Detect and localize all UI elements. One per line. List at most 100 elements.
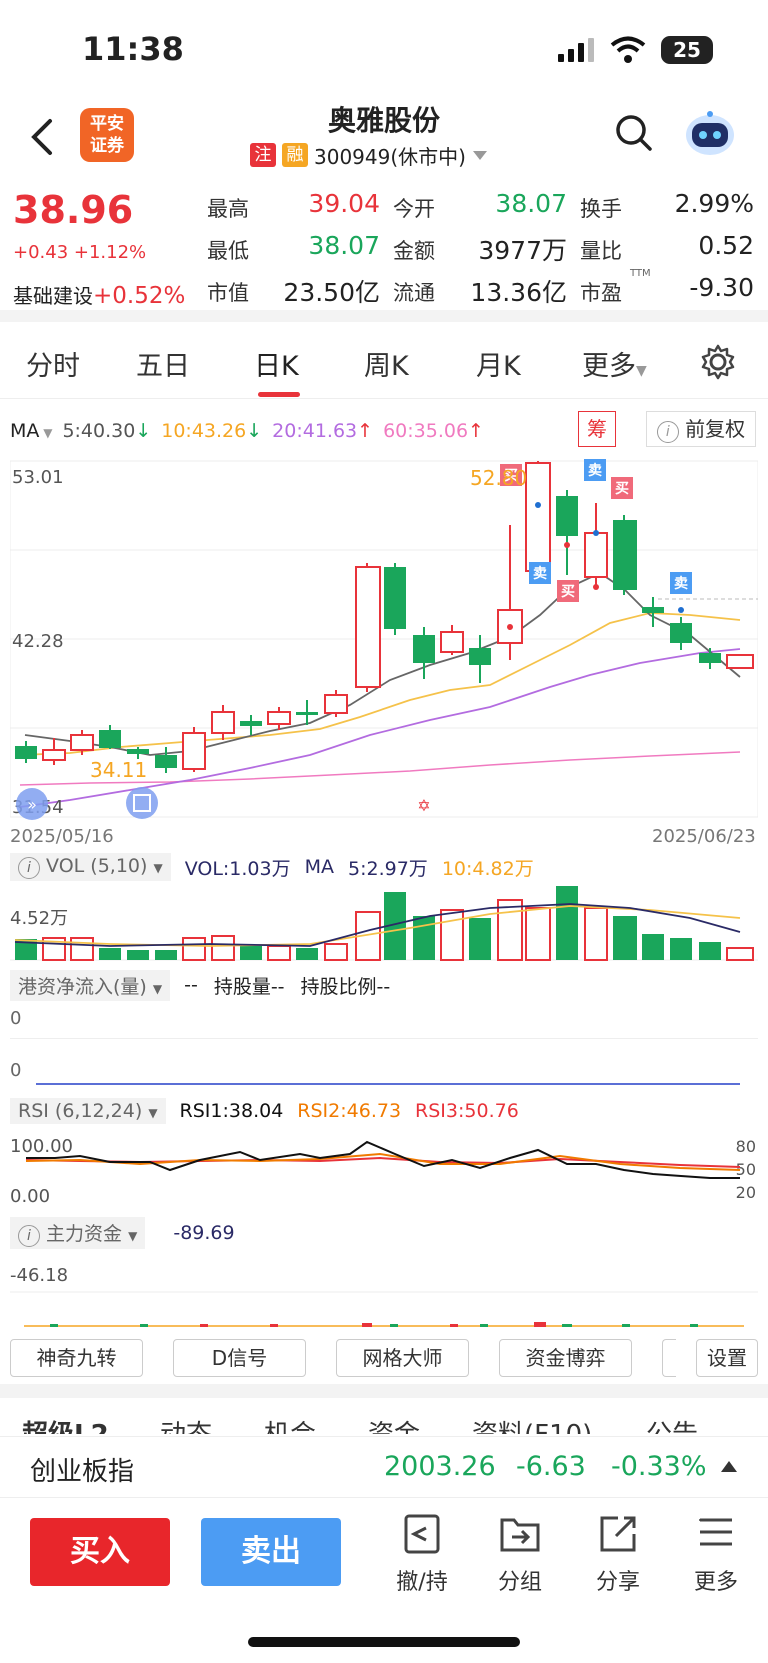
last-price: 38.96 [13, 188, 134, 232]
divider [0, 398, 768, 399]
svg-text:买: 买 [561, 584, 575, 600]
stock-header: 平安 证券 奥雅股份 注 融 300949(休市中) [0, 95, 768, 175]
hk-flow-label: 港资净流入(量) [18, 975, 147, 998]
info-icon: i [656, 421, 679, 443]
caret-up-icon[interactable] [720, 1459, 738, 1473]
fund-game-button[interactable]: 资金博弈 [499, 1339, 632, 1377]
hk-flow-selector[interactable]: 港资净流入(量) ▼ [10, 969, 171, 1001]
svg-text:卖: 卖 [533, 565, 547, 582]
tool-buttons: 神奇九转 D信号 网格大师 资金博弈 设置 [0, 1333, 768, 1381]
quote-label: 换手 [580, 197, 622, 221]
search-icon[interactable] [614, 113, 654, 153]
group-button[interactable]: 分组 [480, 1512, 560, 1596]
rsi2-value: RSI2:46.73 [297, 1100, 402, 1122]
tab-weekly-k[interactable]: 周K [364, 344, 409, 383]
tab-f10[interactable]: 资料(F10) [472, 1414, 592, 1434]
rsi-y-bottom: 0.00 [10, 1186, 50, 1206]
hk-flow-header: 港资净流入(量) ▼ -- 持股量-- 持股比例-- [10, 969, 391, 1001]
candles [15, 461, 754, 773]
rsi-selector[interactable]: RSI (6,12,24) ▼ [10, 1098, 166, 1124]
vol-value: VOL:1.03万 [184, 857, 291, 880]
adjust-button[interactable]: i 前复权 [646, 411, 756, 447]
vol-selector[interactable]: i VOL (5,10) ▼ [10, 853, 171, 881]
info-icon: i [18, 1225, 40, 1247]
double-chevron-icon: » [27, 795, 37, 814]
svg-text:买: 买 [615, 481, 629, 497]
chip-button[interactable]: 筹 [578, 411, 616, 447]
ma-label: MA [10, 420, 40, 442]
cancel-hold-button[interactable]: 撤/持 [382, 1512, 462, 1596]
tab-super-l2[interactable]: 超级L2 [22, 1414, 109, 1434]
stock-detail-screen: 11:38 25 平安 证券 奥雅股份 注 融 300949(休市中) 38.9… [0, 0, 768, 1663]
volume-bars [15, 886, 754, 961]
gear-icon[interactable] [700, 344, 736, 380]
svg-text:卖: 卖 [588, 462, 602, 479]
date-start: 2025/05/16 [10, 826, 114, 847]
quote-value: 2.99% [674, 189, 754, 218]
cancel-order-icon [404, 1514, 440, 1554]
ma10-value: 10:43.26↓ [161, 420, 262, 442]
wifi-icon [610, 36, 646, 63]
rsi-chart[interactable]: 100.00 0.00 80 50 20 [10, 1128, 758, 1206]
date-end: 2025/06/23 [652, 826, 756, 847]
high-label: 52.80 [470, 466, 527, 490]
tab-five-day[interactable]: 五日 [136, 344, 190, 383]
battery-indicator: 25 [661, 36, 713, 64]
magic-nine-button[interactable]: 神奇九转 [10, 1339, 143, 1377]
buy-button[interactable]: 买入 [30, 1518, 170, 1586]
vol-scale: 4.52万 [10, 908, 68, 929]
sell-button[interactable]: 卖出 [201, 1518, 341, 1586]
more-label: 更多 [693, 1570, 738, 1595]
quote-panel: 38.96 +0.43 +1.12% 基础建设+0.52% 最高 39.04 今… [0, 180, 768, 310]
tab-opportunity[interactable]: 机会 [264, 1414, 316, 1434]
stock-code-row[interactable]: 注 融 300949(休市中) [250, 141, 488, 169]
index-change: -6.63 [516, 1451, 586, 1482]
tab-monthly-k[interactable]: 月K [476, 344, 521, 383]
folder-icon [500, 1518, 540, 1552]
quote-label: 今开 [393, 197, 435, 221]
tab-daily-k[interactable]: 日K [254, 344, 299, 383]
more-tool-button[interactable] [662, 1339, 676, 1377]
sector-change: +0.52% [93, 283, 186, 309]
menu-icon [699, 1518, 732, 1546]
index-ticker[interactable]: 创业板指 2003.26 -6.63 -0.33% [0, 1436, 768, 1496]
ma60-text: 60:35.06 [383, 420, 469, 442]
hk-flow-line [36, 1083, 740, 1085]
kline-chart[interactable]: 买 卖 买 卖 买 卖 53.01 42.28 31.54 52.80 34.1… [10, 455, 758, 845]
d-signal-button[interactable]: D信号 [173, 1339, 306, 1377]
hk-flow-value: -- [184, 974, 198, 996]
sector-row[interactable]: 基础建设+0.52% [13, 280, 185, 309]
quote-value: -9.30 [689, 273, 754, 302]
grid-master-button[interactable]: 网格大师 [336, 1339, 469, 1377]
caret-down-icon: ▼ [152, 981, 163, 996]
robot-assistant-icon[interactable] [684, 109, 736, 157]
hk-holding-ratio: 持股比例-- [300, 975, 391, 998]
main-fund-chart[interactable] [10, 1290, 758, 1330]
period-tabs: 分时 五日 日K 周K 月K 更多▼ [0, 322, 768, 398]
ma5-value: 5:40.30↓ [62, 420, 151, 442]
home-indicator[interactable] [248, 1637, 520, 1647]
group-label: 分组 [497, 1570, 542, 1595]
volume-chart[interactable]: 4.52万 [10, 884, 758, 962]
tab-more[interactable]: 更多▼ [582, 344, 647, 383]
quote-value: 39.04 [308, 189, 380, 218]
tab-news[interactable]: 动态 [160, 1414, 212, 1434]
tab-announcement[interactable]: 公告 [646, 1414, 698, 1434]
ma10-text: 10:43.26 [161, 420, 247, 442]
share-icon [600, 1516, 636, 1552]
share-button[interactable]: 分享 [578, 1512, 658, 1596]
settings-button[interactable]: 设置 [696, 1339, 758, 1377]
quote-value: 3977万 [478, 236, 567, 265]
tab-minute[interactable]: 分时 [26, 344, 80, 383]
more-button[interactable]: 更多 [676, 1512, 756, 1596]
sector-label: 基础建设 [13, 284, 93, 308]
action-bar: 买入 卖出 撤/持 分组 分享 更多 [0, 1497, 768, 1607]
vol-header: i VOL (5,10) ▼ VOL:1.03万 MA 5:2.97万 10:4… [10, 852, 534, 882]
signal-icon [558, 38, 594, 62]
quote-label: 市值 [207, 281, 249, 305]
tab-funds[interactable]: 资金 [368, 1414, 420, 1434]
ma-selector[interactable]: MA ▼ [10, 420, 52, 442]
rsi-y-top: 100.00 [10, 1136, 73, 1157]
main-fund-selector[interactable]: i 主力资金 ▼ [10, 1217, 146, 1249]
caret-down-icon: ▼ [128, 1229, 138, 1243]
